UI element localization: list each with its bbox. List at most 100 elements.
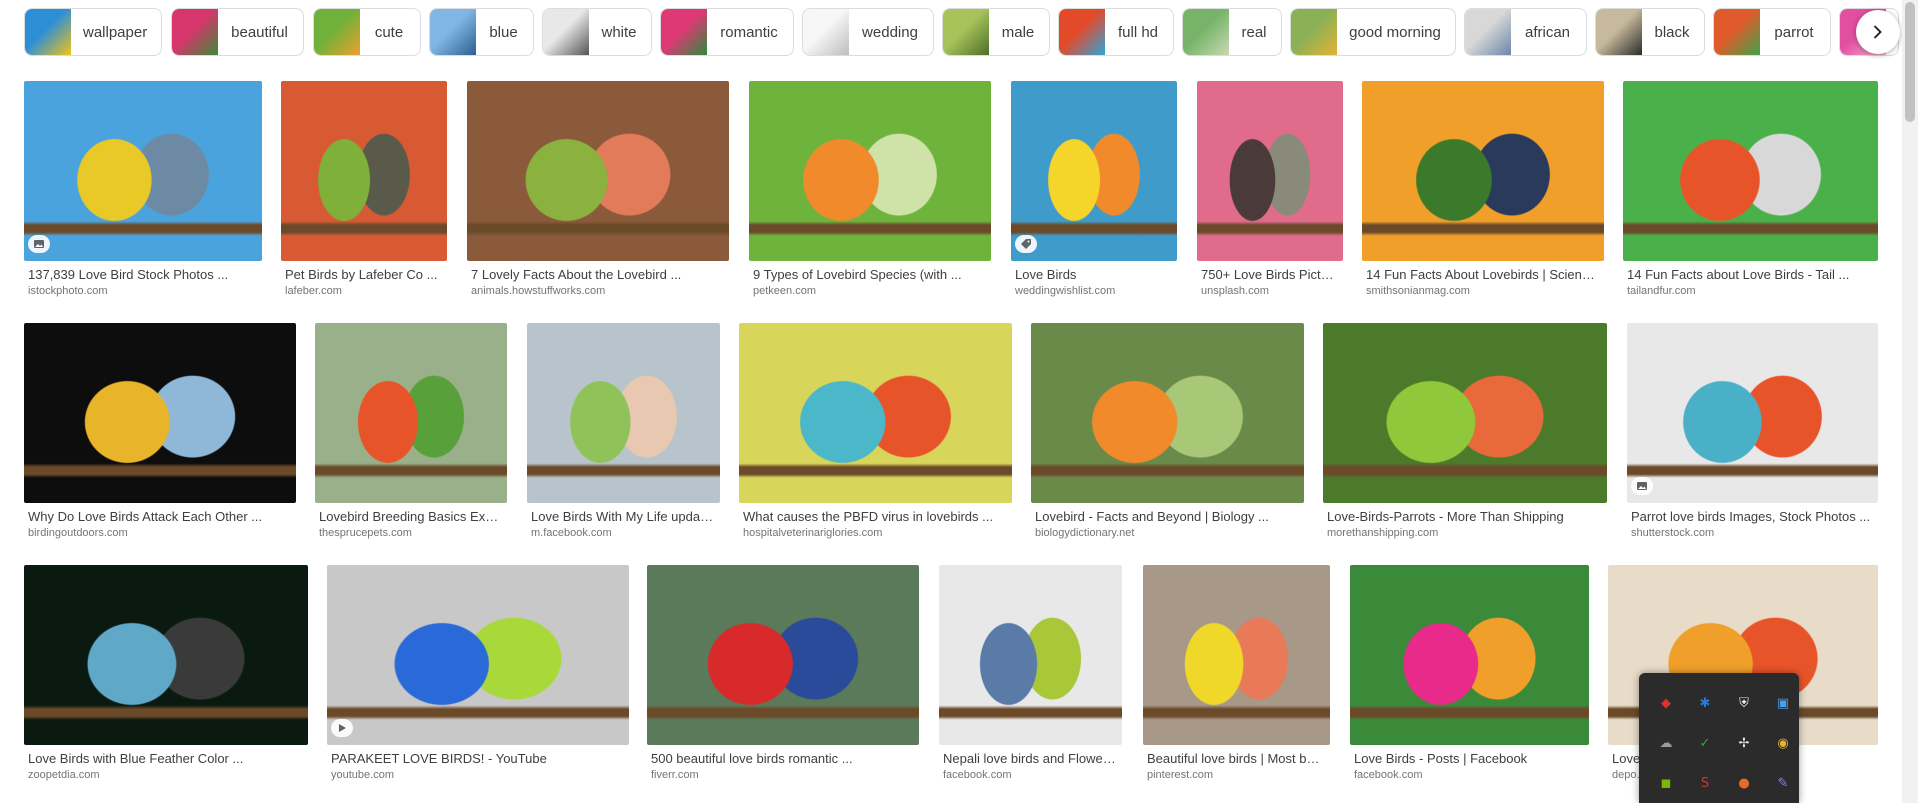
result-thumbnail[interactable] <box>647 565 919 745</box>
result-source[interactable]: pinterest.com <box>1147 769 1326 781</box>
result-source[interactable]: facebook.com <box>1354 769 1585 781</box>
result-title[interactable]: Lovebird - Facts and Beyond | Biology ..… <box>1035 509 1300 524</box>
result-thumbnail[interactable] <box>1362 81 1604 261</box>
result-thumbnail[interactable] <box>24 81 262 261</box>
result-title[interactable]: 7 Lovely Facts About the Lovebird ... <box>471 267 725 282</box>
chip-male[interactable]: male <box>942 8 1050 56</box>
chip-parrot[interactable]: parrot <box>1713 8 1831 56</box>
chip-beautiful[interactable]: beautiful <box>171 8 304 56</box>
chip-romantic[interactable]: romantic <box>660 8 794 56</box>
result-thumbnail[interactable] <box>749 81 991 261</box>
image-result-card[interactable]: 500 beautiful love birds romantic ... fiv… <box>647 565 919 789</box>
result-thumbnail[interactable] <box>939 565 1122 745</box>
result-source[interactable]: zoopetdia.com <box>28 769 304 781</box>
result-title[interactable]: Parrot love birds Images, Stock Photos .… <box>1631 509 1874 524</box>
result-title[interactable]: Love Birds <box>1015 267 1173 282</box>
result-title[interactable]: Beautiful love birds | Most bea... <box>1147 751 1326 766</box>
result-thumbnail[interactable] <box>281 81 447 261</box>
image-result-card[interactable]: 750+ Love Birds Pictur... unsplash.com <box>1197 81 1343 305</box>
image-result-card[interactable]: Parrot love birds Images, Stock Photos .… <box>1627 323 1878 547</box>
result-thumbnail[interactable] <box>1143 565 1330 745</box>
result-title[interactable]: Nepali love birds and Flower h... <box>943 751 1118 766</box>
result-source[interactable]: animals.howstuffworks.com <box>471 285 725 297</box>
image-result-card[interactable]: Why Do Love Birds Attack Each Other ... b… <box>24 323 296 547</box>
result-title[interactable]: 500 beautiful love birds romantic ... <box>651 751 915 766</box>
result-source[interactable]: smithsonianmag.com <box>1366 285 1600 297</box>
chip-black[interactable]: black <box>1595 8 1705 56</box>
chip-wedding[interactable]: wedding <box>802 8 934 56</box>
result-source[interactable]: biologydictionary.net <box>1035 527 1300 539</box>
result-source[interactable]: istockphoto.com <box>28 285 258 297</box>
result-title[interactable]: What causes the PBFD virus in lovebirds … <box>743 509 1008 524</box>
result-title[interactable]: PARAKEET LOVE BIRDS! - YouTube <box>331 751 625 766</box>
result-title[interactable]: Love Birds With My Life update... <box>531 509 716 524</box>
page-scrollbar[interactable] <box>1902 0 1918 803</box>
firefox-icon[interactable]: ● <box>1733 772 1755 794</box>
result-thumbnail[interactable] <box>527 323 720 503</box>
image-result-card[interactable]: PARAKEET LOVE BIRDS! - YouTube youtube.co… <box>327 565 629 789</box>
antivirus-shield-icon[interactable]: ◆ <box>1655 692 1677 714</box>
image-result-card[interactable]: Love Birds With My Life update... m.faceb… <box>527 323 720 547</box>
image-result-card[interactable]: 14 Fun Facts About Lovebirds | Science .… <box>1362 81 1604 305</box>
image-result-card[interactable]: Love-Birds-Parrots - More Than Shipping m… <box>1323 323 1607 547</box>
result-thumbnail[interactable] <box>327 565 629 745</box>
result-title[interactable]: 14 Fun Facts about Love Birds - Tail ... <box>1627 267 1874 282</box>
result-thumbnail[interactable] <box>1031 323 1304 503</box>
chip-wallpaper[interactable]: wallpaper <box>24 8 162 56</box>
chip-blue[interactable]: blue <box>429 8 534 56</box>
chip-good-morning[interactable]: good morning <box>1290 8 1456 56</box>
result-thumbnail[interactable] <box>1623 81 1878 261</box>
result-source[interactable]: lafeber.com <box>285 285 443 297</box>
image-result-card[interactable]: Love Birds - Posts | Facebook facebook.co… <box>1350 565 1589 789</box>
chrome-icon[interactable]: ◉ <box>1772 732 1794 754</box>
result-source[interactable]: petkeen.com <box>753 285 987 297</box>
result-title[interactable]: Love Birds with Blue Feather Color ... <box>28 751 304 766</box>
image-result-card[interactable]: 14 Fun Facts about Love Birds - Tail ...… <box>1623 81 1878 305</box>
s-app-icon[interactable]: S <box>1694 772 1716 794</box>
result-title[interactable]: 14 Fun Facts About Lovebirds | Science .… <box>1366 267 1600 282</box>
result-title[interactable]: Pet Birds by Lafeber Co ... <box>285 267 443 282</box>
result-source[interactable]: m.facebook.com <box>531 527 716 539</box>
result-source[interactable]: fiverr.com <box>651 769 915 781</box>
result-thumbnail[interactable] <box>1627 323 1878 503</box>
image-result-card[interactable]: 9 Types of Lovebird Species (with ... pet… <box>749 81 991 305</box>
security-shield-icon[interactable]: ⛨ <box>1733 692 1755 714</box>
result-thumbnail[interactable] <box>315 323 507 503</box>
chip-real[interactable]: real <box>1182 8 1282 56</box>
result-source[interactable]: facebook.com <box>943 769 1118 781</box>
image-result-card[interactable]: Love Birds weddingwishlist.com <box>1011 81 1177 305</box>
image-result-card[interactable]: Lovebird Breeding Basics Explai... thespr… <box>315 323 507 547</box>
image-result-card[interactable]: Beautiful love birds | Most bea... pinter… <box>1143 565 1330 789</box>
image-result-card[interactable]: What causes the PBFD virus in lovebirds … <box>739 323 1012 547</box>
result-title[interactable]: 137,839 Love Bird Stock Photos ... <box>28 267 258 282</box>
cloud-offline-icon[interactable]: ☁ <box>1655 732 1677 754</box>
result-source[interactable]: hospitalveterinariglories.com <box>743 527 1008 539</box>
result-thumbnail[interactable] <box>24 565 308 745</box>
result-source[interactable]: thesprucepets.com <box>319 527 503 539</box>
image-result-card[interactable]: Love Birds with Blue Feather Color ... zo… <box>24 565 308 789</box>
result-thumbnail[interactable] <box>1323 323 1607 503</box>
result-source[interactable]: birdingoutdoors.com <box>28 527 292 539</box>
pinwheel-icon[interactable]: ✢ <box>1733 732 1755 754</box>
chip-white[interactable]: white <box>542 8 652 56</box>
result-title[interactable]: Why Do Love Birds Attack Each Other ... <box>28 509 292 524</box>
result-thumbnail[interactable] <box>1011 81 1177 261</box>
image-result-card[interactable]: Lovebird - Facts and Beyond | Biology ..… <box>1031 323 1304 547</box>
image-result-card[interactable]: 137,839 Love Bird Stock Photos ... istock… <box>24 81 262 305</box>
result-source[interactable]: unsplash.com <box>1201 285 1339 297</box>
scrollbar-thumb[interactable] <box>1905 2 1915 122</box>
result-thumbnail[interactable] <box>1350 565 1589 745</box>
result-thumbnail[interactable] <box>467 81 729 261</box>
bluetooth-icon[interactable]: ✱ <box>1694 692 1716 714</box>
result-title[interactable]: Love Birds - Posts | Facebook <box>1354 751 1585 766</box>
result-source[interactable]: shutterstock.com <box>1631 527 1874 539</box>
result-source[interactable]: morethanshipping.com <box>1327 527 1603 539</box>
result-thumbnail[interactable] <box>24 323 296 503</box>
result-title[interactable]: 750+ Love Birds Pictur... <box>1201 267 1339 282</box>
result-source[interactable]: tailandfur.com <box>1627 285 1874 297</box>
check-shield-icon[interactable]: ✓ <box>1694 732 1716 754</box>
result-title[interactable]: 9 Types of Lovebird Species (with ... <box>753 267 987 282</box>
image-result-card[interactable]: Pet Birds by Lafeber Co ... lafeber.com <box>281 81 447 305</box>
image-result-card[interactable]: Nepali love birds and Flower h... faceboo… <box>939 565 1122 789</box>
result-thumbnail[interactable] <box>739 323 1012 503</box>
